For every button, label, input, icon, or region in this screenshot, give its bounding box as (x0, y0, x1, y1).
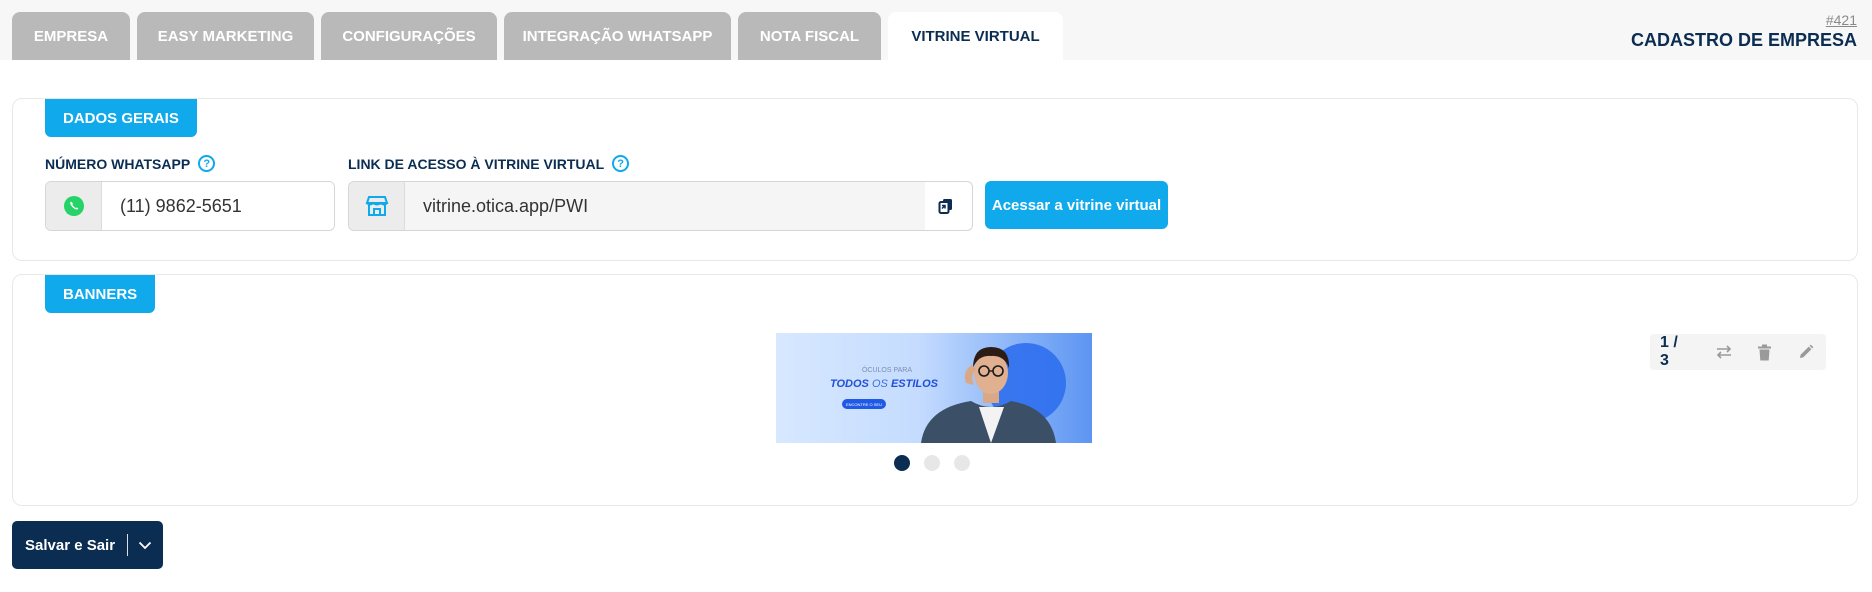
banner-counter: 1 / 3 (1660, 334, 1678, 369)
whatsapp-icon (63, 196, 84, 216)
swap-arrows-icon (1716, 345, 1731, 359)
link-label-text: LINK DE ACESSO À VITRINE VIRTUAL (348, 155, 605, 172)
carousel-dot[interactable] (954, 455, 970, 471)
tab-vitrine-virtual[interactable]: VITRINE VIRTUAL (888, 12, 1063, 60)
help-icon[interactable]: ? (198, 155, 216, 172)
top-bar: EMPRESA EASY MARKETING CONFIGURAÇÕES INT… (0, 0, 1872, 60)
save-and-exit-button[interactable]: Salvar e Sair (12, 521, 163, 569)
help-icon[interactable]: ? (612, 155, 630, 172)
save-and-exit-label: Salvar e Sair (25, 536, 116, 554)
record-id-link[interactable]: #421 (1631, 12, 1857, 28)
whatsapp-label-text: NÚMERO WHATSAPP (45, 155, 191, 172)
tab-configuracoes[interactable]: CONFIGURAÇÕES (321, 12, 497, 60)
banner-controls: 1 / 3 (1650, 334, 1826, 370)
banner-headline-word1: TODOS (829, 378, 869, 390)
copy-link-button[interactable] (925, 187, 967, 225)
reorder-button[interactable] (1703, 345, 1744, 359)
pencil-icon (1799, 344, 1813, 358)
store-icon (365, 196, 388, 216)
whatsapp-input[interactable]: (11) 9862-5651 (102, 182, 334, 230)
tab-nota-fiscal[interactable]: NOTA FISCAL (738, 12, 881, 60)
edit-banner-button[interactable] (1785, 344, 1826, 360)
link-input[interactable]: vitrine.otica.app/PWI (405, 182, 925, 230)
banner-headline-word3: ESTILOS (890, 378, 938, 390)
save-button-separator (127, 534, 129, 556)
tab-empresa[interactable]: EMPRESA (12, 12, 130, 60)
banner-image[interactable]: ÓCULOS PARA TODOS OS ESTILOS ENCONTRE O … (776, 333, 1092, 443)
tab-integracao-whatsapp[interactable]: INTEGRAÇÃO WHATSAPP (504, 12, 731, 60)
delete-banner-button[interactable] (1744, 344, 1785, 361)
store-addon (349, 182, 405, 230)
chevron-down-icon (138, 541, 152, 549)
page-header: #421 CADASTRO DE EMPRESA (1631, 12, 1857, 51)
save-options-toggle[interactable] (138, 541, 152, 550)
tab-easy-marketing[interactable]: EASY MARKETING (137, 12, 314, 60)
dados-gerais-label: DADOS GERAIS (45, 99, 197, 137)
carousel-dots (894, 455, 970, 471)
banners-label: BANNERS (45, 275, 156, 313)
page-title: CADASTRO DE EMPRESA (1630, 30, 1857, 50)
carousel-dot[interactable] (894, 455, 910, 471)
banner-headline-word2: OS (871, 378, 888, 390)
carousel-dot[interactable] (924, 455, 940, 471)
tab-bar: EMPRESA EASY MARKETING CONFIGURAÇÕES INT… (12, 12, 1063, 60)
banner-cta: ENCONTRE O SEU (842, 399, 886, 409)
dados-gerais-card: DADOS GERAIS NÚMERO WHATSAPP ? (11) 9862… (12, 98, 1858, 261)
link-field: vitrine.otica.app/PWI (348, 181, 973, 231)
trash-icon (1758, 344, 1772, 360)
banner-headline: TODOS OS ESTILOS (814, 378, 954, 390)
access-vitrine-button[interactable]: Acessar a vitrine virtual (985, 181, 1168, 229)
link-label: LINK DE ACESSO À VITRINE VIRTUAL ? (348, 155, 630, 172)
copy-icon (938, 199, 952, 214)
whatsapp-field: (11) 9862-5651 (45, 181, 335, 231)
whatsapp-label: NÚMERO WHATSAPP ? (45, 155, 216, 172)
whatsapp-addon (46, 182, 102, 230)
banner-text-line1: ÓCULOS PARA (861, 367, 913, 374)
